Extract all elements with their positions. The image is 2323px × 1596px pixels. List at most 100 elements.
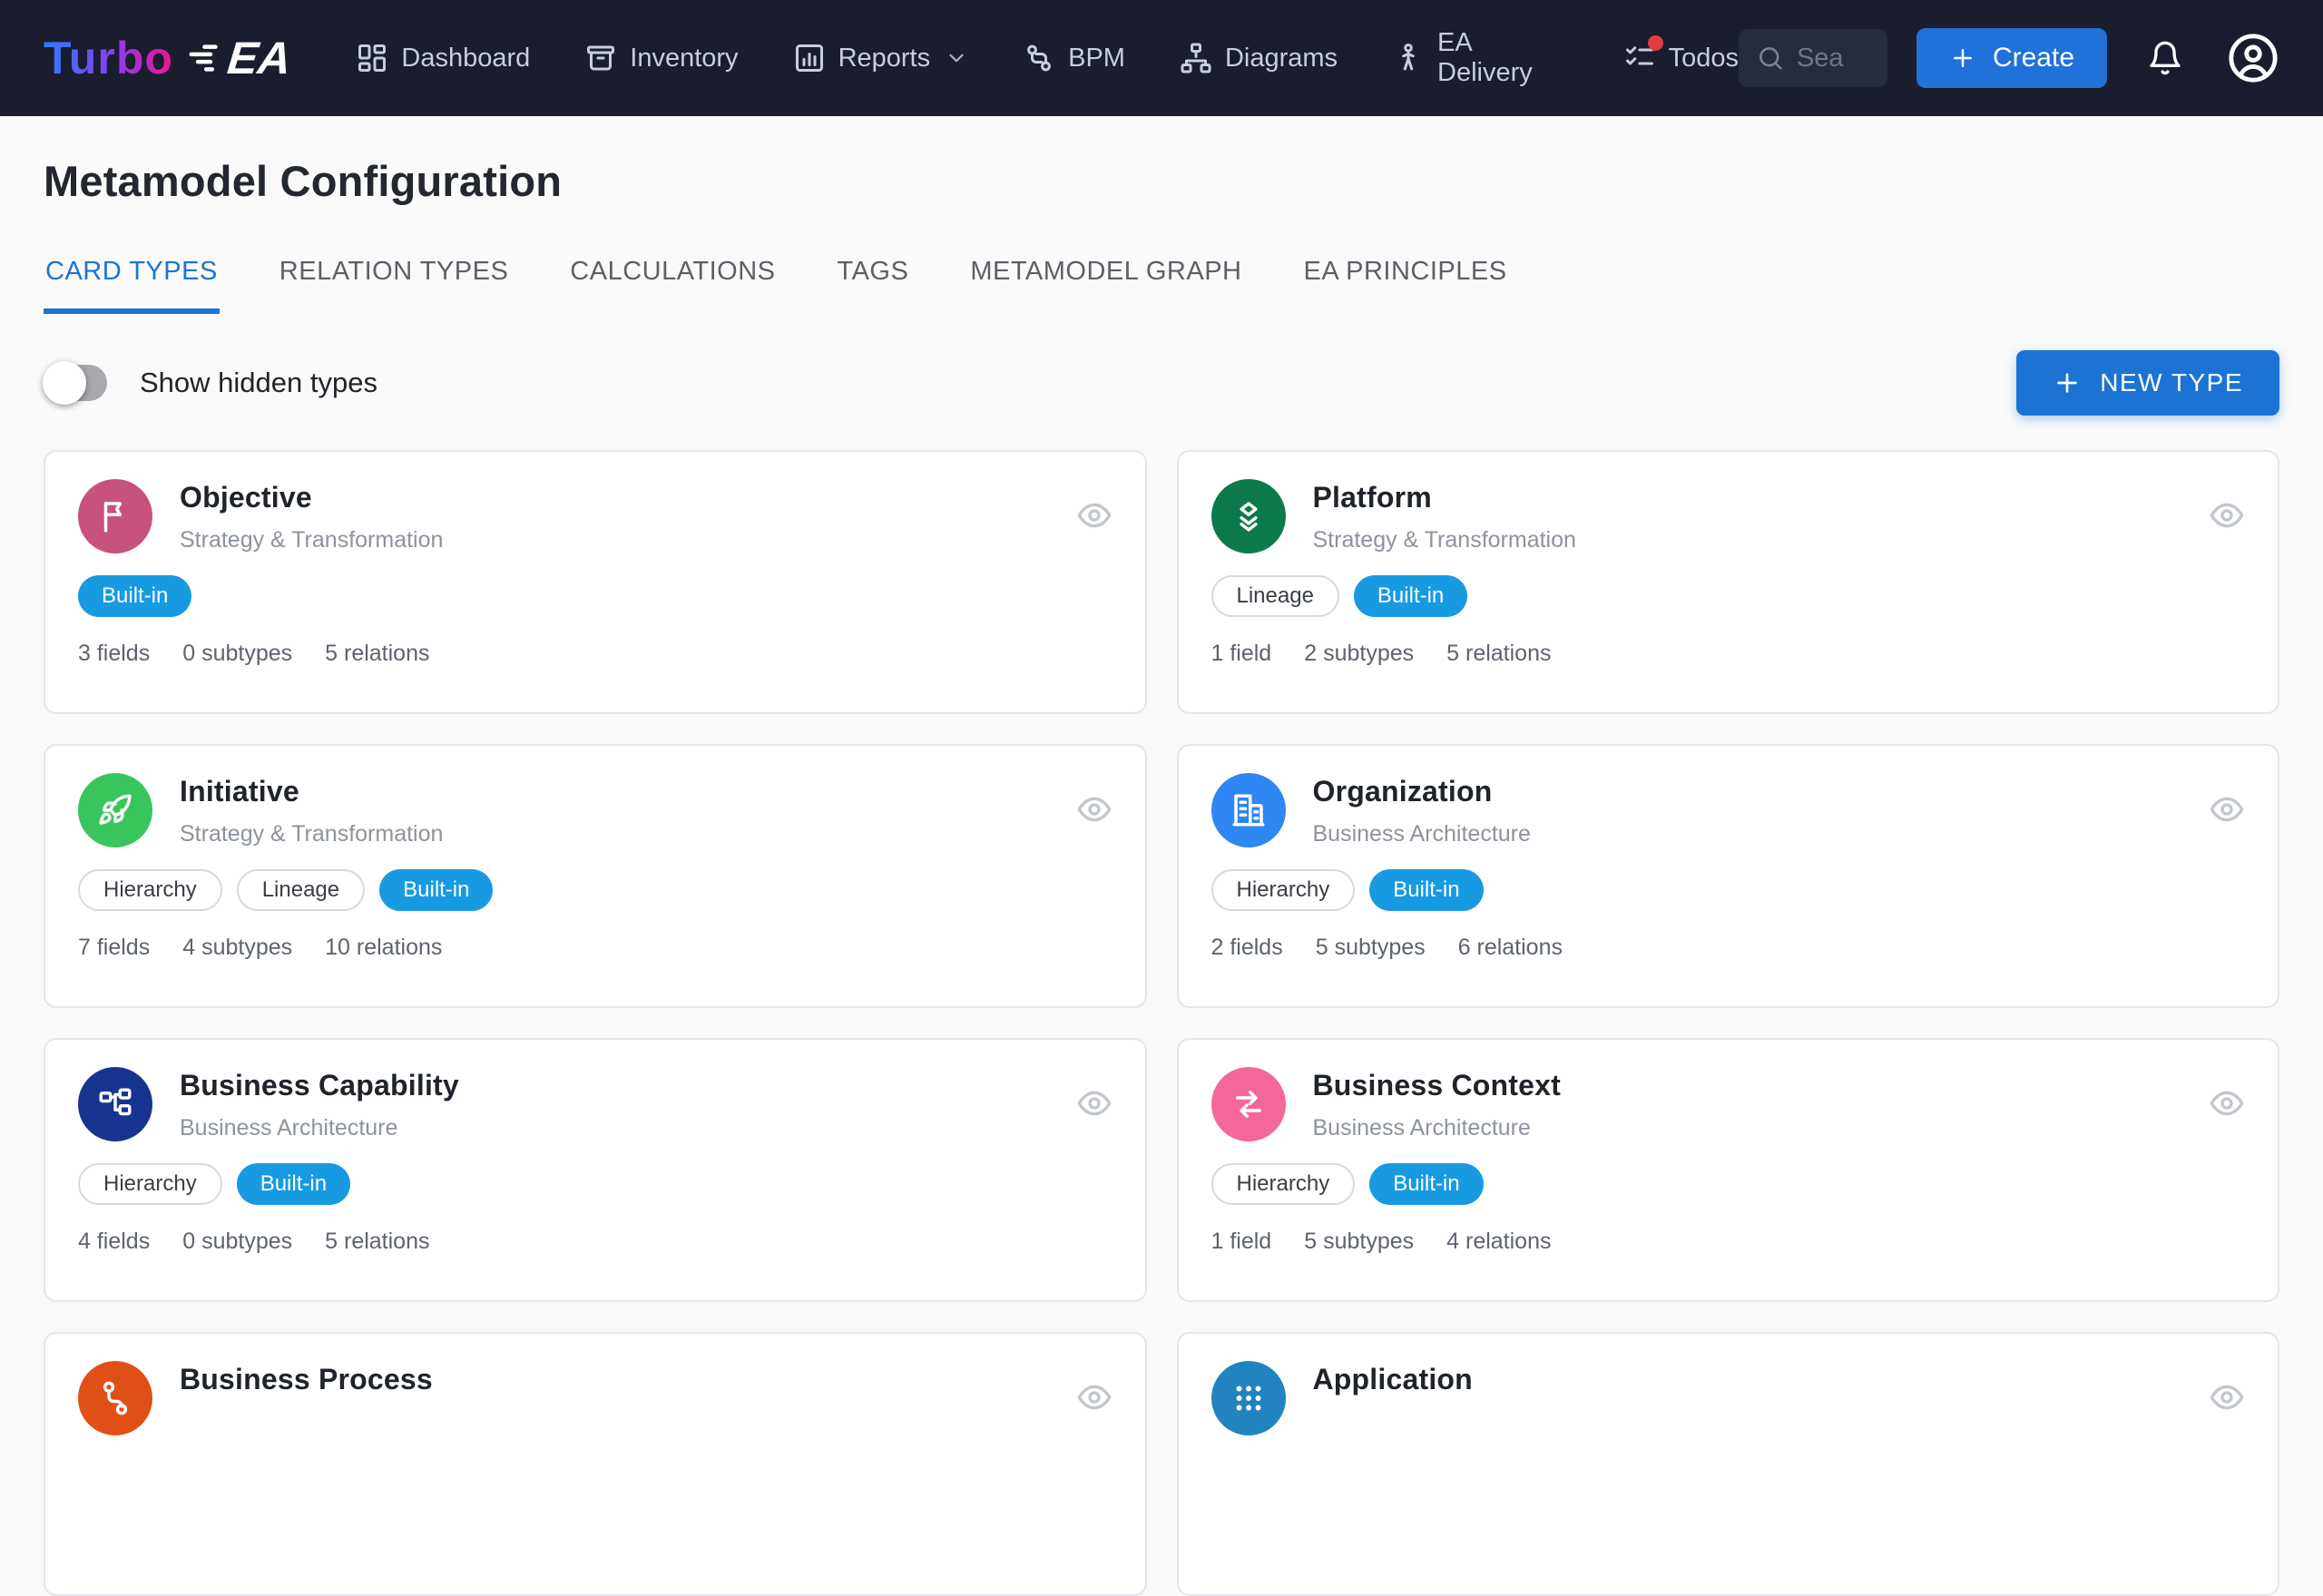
toggle-label: Show hidden types	[140, 367, 377, 398]
card-type-card[interactable]: Business Capability Business Architectur…	[44, 1038, 1147, 1302]
nav-item-label: Reports	[838, 43, 931, 73]
speed-lines-icon	[184, 38, 224, 78]
eye-icon	[1076, 497, 1112, 534]
nav-item-label: Todos	[1668, 43, 1739, 73]
card-header: Platform Strategy & Transformation	[1211, 479, 2246, 553]
tab[interactable]: CARD TYPES	[44, 257, 220, 314]
tab[interactable]: EA PRINCIPLES	[1302, 257, 1509, 314]
reports-icon	[793, 42, 826, 74]
nav-item-label: EA Delivery	[1437, 28, 1533, 87]
show-hidden-toggle[interactable]	[43, 361, 107, 405]
eye-icon	[2209, 791, 2245, 827]
card-type-card[interactable]: Business Process	[44, 1332, 1147, 1596]
toggle-knob	[43, 361, 86, 405]
tab[interactable]: RELATION TYPES	[278, 257, 511, 314]
stats-row: 2 fields 5 subtypes 6 relations	[1211, 935, 2246, 961]
badge: Built-in	[1369, 869, 1484, 911]
stat: 0 subtypes	[182, 1229, 293, 1254]
card-subtitle: Business Architecture	[180, 1115, 398, 1141]
nav-item[interactable]: Reports	[793, 42, 969, 74]
stats-row: 1 field 2 subtypes 5 relations	[1211, 641, 2246, 667]
todos-icon	[1623, 35, 1663, 74]
nav-item-label: Inventory	[630, 43, 739, 73]
stats-row: 4 fields 0 subtypes 5 relations	[78, 1229, 1112, 1255]
badge: Hierarchy	[78, 1163, 222, 1205]
card-header: Objective Strategy & Transformation	[78, 479, 1112, 553]
visibility-toggle-button[interactable]	[1076, 497, 1112, 534]
visibility-toggle-button[interactable]	[2209, 497, 2245, 534]
badge-row: Lineage Built-in	[1211, 575, 2246, 617]
visibility-toggle-button[interactable]	[1076, 1085, 1112, 1121]
type-avatar	[1211, 1067, 1286, 1141]
nav-item[interactable]: Dashboard	[356, 42, 530, 74]
card-subtitle: Strategy & Transformation	[1312, 527, 1576, 553]
plus-icon	[1949, 44, 1976, 72]
workflow-icon	[96, 1379, 134, 1417]
badge-row: Hierarchy Lineage Built-in	[78, 869, 1112, 911]
card-type-card[interactable]: Application	[1176, 1332, 2279, 1596]
main-content: Metamodel Configuration CARD TYPES RELATI…	[0, 156, 2323, 1596]
card-header: Business Capability Business Architectur…	[78, 1067, 1112, 1141]
logo[interactable]: Turbo EA	[44, 32, 293, 84]
card-header-text: Business Context Business Architecture	[1313, 1067, 1561, 1141]
nav-item[interactable]: Diagrams	[1180, 42, 1338, 74]
stat: 3 fields	[78, 641, 151, 666]
card-type-card[interactable]: Business Context Business Architecture H…	[1176, 1038, 2279, 1302]
tab[interactable]: METAMODEL GRAPH	[968, 257, 1243, 314]
notifications-button[interactable]	[2147, 40, 2183, 76]
dashboard-icon	[356, 42, 388, 74]
notification-dot	[1647, 35, 1663, 51]
card-type-card[interactable]: Organization Business Architecture Hiera…	[1176, 744, 2279, 1008]
tab[interactable]: TAGS	[836, 257, 911, 314]
visibility-toggle-button[interactable]	[1076, 791, 1112, 827]
visibility-toggle-button[interactable]	[2209, 1085, 2245, 1121]
badge: Hierarchy	[1211, 869, 1356, 911]
nav-item[interactable]: EA Delivery	[1392, 28, 1569, 88]
type-avatar	[78, 479, 152, 553]
card-type-card[interactable]: Initiative Strategy & Transformation Hie…	[44, 744, 1147, 1008]
search-input[interactable]	[1796, 43, 1866, 73]
card-title: Business Process	[180, 1363, 433, 1395]
card-type-card[interactable]: Objective Strategy & Transformation Buil…	[44, 450, 1147, 714]
card-header-text: Platform Strategy & Transformation	[1313, 479, 1576, 553]
tab-bar: CARD TYPES RELATION TYPES CALCULATIONS TAGS…	[44, 257, 2279, 314]
badge-row: Hierarchy Built-in	[1211, 1163, 2246, 1205]
user-avatar-button[interactable]	[2227, 32, 2279, 84]
search-box	[1738, 29, 1887, 87]
stat: 5 subtypes	[1304, 1229, 1415, 1254]
layers-icon	[1230, 497, 1268, 535]
visibility-toggle-button[interactable]	[2209, 1379, 2245, 1415]
type-avatar	[1211, 479, 1286, 553]
card-header-text: Objective Strategy & Transformation	[180, 479, 443, 553]
tab[interactable]: CALCULATIONS	[568, 257, 777, 314]
eye-icon	[1076, 1379, 1112, 1415]
stat: 10 relations	[325, 935, 443, 960]
type-avatar	[1211, 1361, 1286, 1435]
nav-item-label: BPM	[1068, 43, 1125, 73]
new-type-button[interactable]: NEW TYPE	[2016, 350, 2279, 416]
card-header: Organization Business Architecture	[1211, 773, 2246, 847]
stat: 4 subtypes	[182, 935, 293, 960]
stat: 7 fields	[78, 935, 151, 960]
card-type-card[interactable]: Platform Strategy & Transformation Linea…	[1176, 450, 2279, 714]
card-subtitle: Business Architecture	[1312, 821, 1531, 847]
card-title: Platform	[1312, 481, 1432, 514]
badge: Built-in	[1353, 575, 1468, 617]
badge-row	[1211, 1457, 2246, 1499]
type-avatar	[78, 1361, 152, 1435]
nav-item-label: Dashboard	[401, 43, 531, 73]
nav-item[interactable]: Inventory	[584, 42, 739, 74]
stat: 2 subtypes	[1304, 641, 1415, 666]
nav-item[interactable]: BPM	[1023, 42, 1125, 74]
stat: 5 subtypes	[1315, 935, 1426, 960]
toolbar: Show hidden types NEW TYPE	[43, 350, 2279, 416]
card-title: Business Context	[1312, 1069, 1561, 1102]
badge: Lineage	[1211, 575, 1339, 617]
create-button[interactable]: Create	[1916, 28, 2107, 88]
card-title: Objective	[180, 481, 312, 514]
badge: Built-in	[236, 1163, 351, 1205]
nav-item[interactable]: Todos	[1623, 35, 1739, 74]
visibility-toggle-button[interactable]	[2209, 791, 2245, 827]
type-avatar	[78, 773, 152, 847]
visibility-toggle-button[interactable]	[1076, 1379, 1112, 1415]
